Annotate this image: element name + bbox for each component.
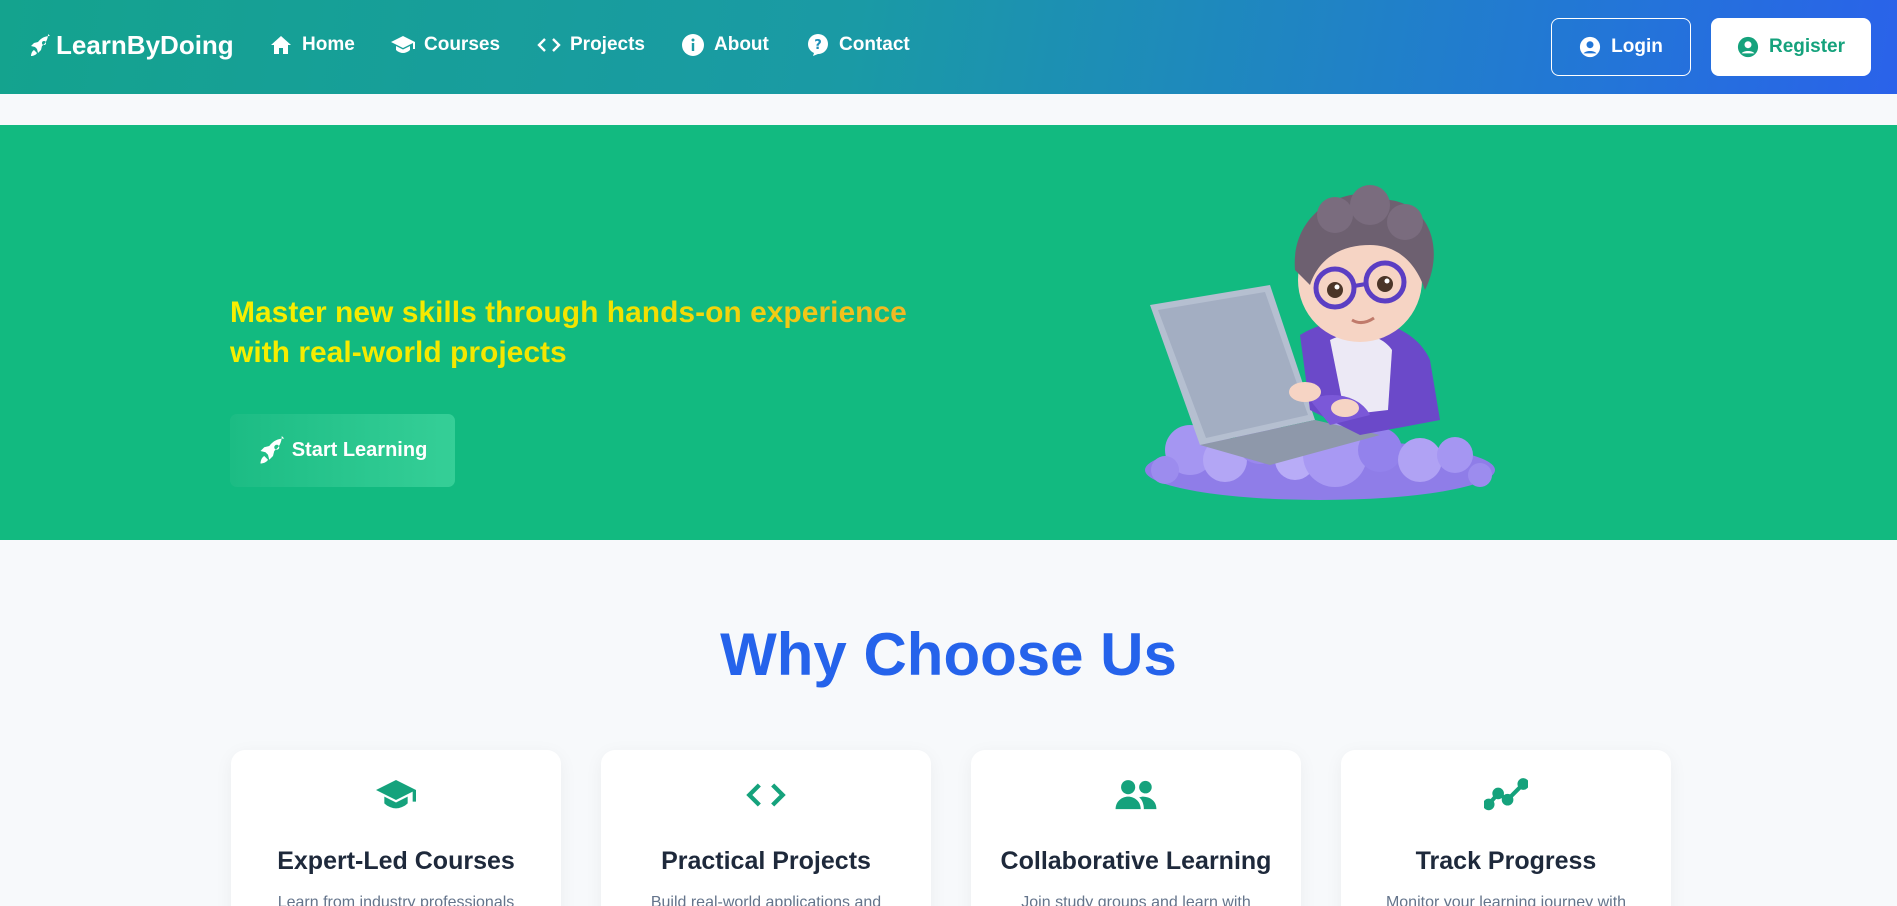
nav-contact[interactable]: ? Contact (805, 33, 910, 57)
graduation-cap-icon (376, 780, 416, 809)
why-choose-us-title: Why Choose Us (720, 621, 1177, 688)
start-learning-button[interactable]: Start Learning (230, 414, 455, 487)
nav-about[interactable]: About (680, 33, 769, 57)
feature-card-expert-courses: Expert-Led Courses Learn from industry p… (231, 750, 561, 906)
nav-contact-label: Contact (839, 34, 910, 55)
feature-card-practical-projects: Practical Projects Build real-world appl… (601, 750, 931, 906)
graduation-cap-icon (391, 36, 415, 53)
question-bubble-icon: ? (808, 34, 828, 56)
login-button[interactable]: Login (1551, 18, 1691, 76)
nav-home[interactable]: Home (268, 33, 355, 57)
nav-projects-label: Projects (570, 34, 645, 55)
user-circle-icon (1737, 36, 1759, 58)
rocket-icon (31, 33, 50, 56)
brand-logo[interactable]: LearnByDoing (29, 30, 234, 61)
nav-projects[interactable]: Projects (536, 33, 645, 57)
user-circle-icon (1580, 36, 1601, 58)
rocket-icon (260, 435, 284, 463)
top-navbar: LearnByDoing Home Courses Projects About… (0, 0, 1897, 94)
nav-courses-label: Courses (424, 34, 501, 55)
trend-line-icon (1484, 778, 1528, 811)
feature-card-title: Collaborative Learning (1000, 847, 1272, 875)
brand-name: LearnByDoing (56, 30, 234, 60)
users-icon (1115, 780, 1157, 810)
feature-card-title: Expert-Led Courses (277, 847, 515, 875)
feature-card-text: Learn from industry professionals (277, 894, 515, 906)
feature-card-title: Practical Projects (661, 847, 871, 875)
feature-card-text: Build real-world applications and (650, 894, 882, 906)
hero-section: Master new skills through hands-on exper… (0, 125, 1897, 540)
register-label: Register (1768, 36, 1846, 57)
login-label: Login (1611, 36, 1663, 57)
nav-home-label: Home (302, 34, 355, 55)
feature-card-text: Monitor your learning journey with (1385, 894, 1627, 906)
hero-headline-line2: with real-world projects (230, 336, 567, 369)
code-icon (746, 783, 786, 807)
home-icon (271, 36, 291, 54)
svg-text:?: ? (814, 38, 822, 53)
nav-courses[interactable]: Courses (390, 33, 500, 57)
feature-card-text: Join study groups and learn with (1021, 894, 1251, 906)
register-button[interactable]: Register (1711, 18, 1871, 76)
info-icon (682, 34, 704, 56)
code-icon (537, 38, 561, 52)
start-learning-label: Start Learning (291, 439, 428, 461)
feature-card-title: Track Progress (1415, 847, 1597, 875)
hero-headline-line1: Master new skills through hands-on exper… (230, 296, 907, 329)
nav-about-label: About (714, 34, 769, 55)
feature-card-track-progress: Track Progress Monitor your learning jou… (1341, 750, 1671, 906)
hero-headline: Master new skills through hands-on exper… (230, 293, 950, 373)
student-with-laptop-illustration (1145, 185, 1495, 500)
feature-card-collaborative-learning: Collaborative Learning Join study groups… (971, 750, 1301, 906)
